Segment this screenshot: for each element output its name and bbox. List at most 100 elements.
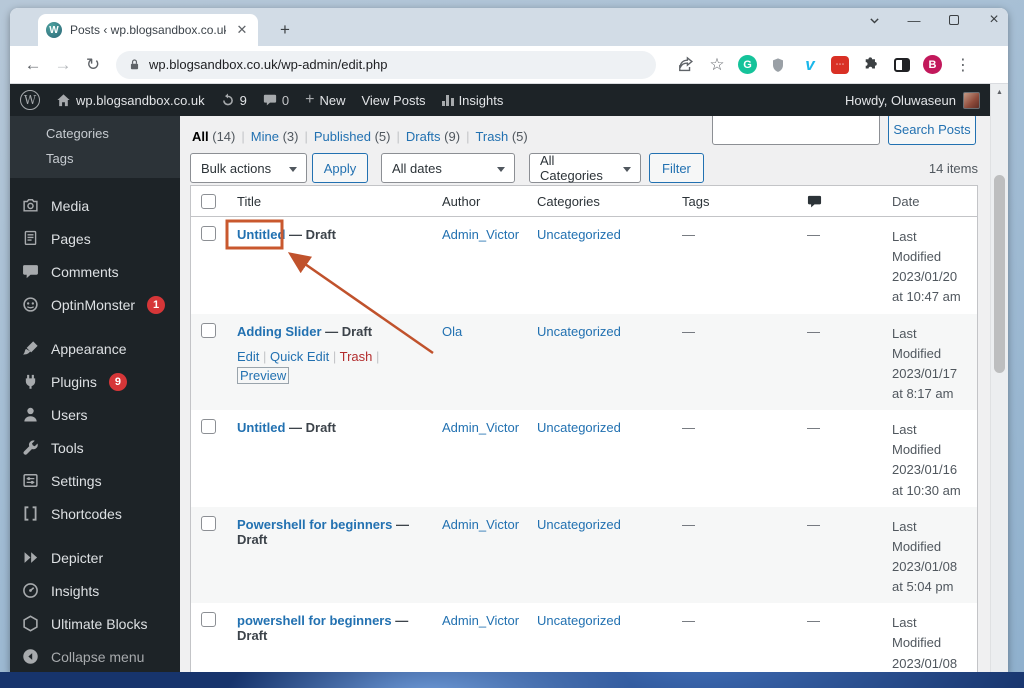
row-action-edit[interactable]: Edit (237, 349, 259, 364)
category-link[interactable]: Uncategorized (537, 227, 621, 242)
view-filter-mine[interactable]: Mine (3) (251, 129, 299, 144)
maximize-button[interactable] (946, 12, 962, 28)
kebab-menu-icon[interactable]: ⋮ (952, 54, 974, 76)
search-input[interactable] (712, 112, 880, 145)
row-action-quick-edit[interactable]: Quick Edit (270, 349, 329, 364)
sidebar-item-appearance[interactable]: Appearance (10, 332, 180, 365)
page-scrollbar[interactable]: ▲ (990, 84, 1008, 674)
category-link[interactable]: Uncategorized (537, 420, 621, 435)
sidebar-item-ultimate-blocks[interactable]: Ultimate Blocks (10, 607, 180, 640)
select-all-checkbox[interactable] (201, 194, 216, 209)
sidebar-item-shortcodes[interactable]: Shortcodes (10, 497, 180, 530)
view-filter-trash[interactable]: Trash (5) (475, 129, 527, 144)
view-filter-drafts[interactable]: Drafts (9) (406, 129, 460, 144)
sidebar-item-collapse-menu[interactable]: Collapse menu (10, 640, 180, 673)
post-title-link[interactable]: Adding Slider (237, 324, 322, 339)
sidebar-item-optinmonster[interactable]: OptinMonster1 (10, 288, 180, 321)
view-filter-published[interactable]: Published (5) (314, 129, 391, 144)
submenu-item-tags[interactable]: Tags (46, 151, 180, 166)
bookmark-star-icon[interactable]: ☆ (706, 54, 728, 76)
post-title-link[interactable]: Untitled (237, 420, 285, 435)
post-title-link[interactable]: Powershell for beginners (237, 517, 392, 532)
admin-bar-updates[interactable]: 9 (221, 93, 247, 108)
side-panel-icon[interactable] (891, 54, 913, 76)
filter-button[interactable]: Filter (649, 153, 704, 183)
vimeo-extension-icon[interactable]: v (799, 54, 821, 76)
scrollbar-up-arrow[interactable]: ▲ (991, 84, 1008, 100)
shield-extension-icon[interactable] (767, 54, 789, 76)
tab-search-chevron-icon[interactable] (866, 12, 882, 28)
depicter-icon (22, 549, 39, 566)
row-checkbox[interactable] (201, 226, 216, 241)
row-checkbox[interactable] (201, 323, 216, 338)
sidebar-item-label: Tools (51, 440, 84, 456)
column-comments (799, 194, 884, 209)
sidebar-item-tools[interactable]: Tools (10, 431, 180, 464)
sidebar-item-settings[interactable]: Settings (10, 464, 180, 497)
forward-button[interactable]: → (50, 52, 76, 78)
address-bar[interactable]: wp.blogsandbox.co.uk/wp-admin/edit.php (116, 51, 656, 79)
row-checkbox[interactable] (201, 516, 216, 531)
view-filter-all[interactable]: All (14) (192, 129, 235, 144)
reload-button[interactable]: ↻ (80, 52, 106, 78)
admin-bar-view-posts[interactable]: View Posts (361, 93, 425, 108)
category-link[interactable]: Uncategorized (537, 324, 621, 339)
category-link[interactable]: Uncategorized (537, 613, 621, 628)
profile-avatar[interactable]: B (923, 55, 942, 74)
wordpress-favicon: W (46, 22, 62, 38)
tab-close-icon[interactable]: ✕ (234, 22, 250, 38)
admin-bar-account[interactable]: Howdy, Oluwaseun (845, 92, 980, 109)
sidebar-item-plugins[interactable]: Plugins9 (10, 365, 180, 398)
row-action-preview[interactable]: Preview (237, 367, 289, 384)
home-icon (56, 93, 71, 108)
tab-strip: W Posts ‹ wp.blogsandbox.co.uk — ✕ + — × (10, 8, 1008, 46)
author-link[interactable]: Admin_Victor (442, 517, 519, 532)
categories-filter-select[interactable]: All Categories (529, 153, 641, 183)
browser-tab[interactable]: W Posts ‹ wp.blogsandbox.co.uk — ✕ (38, 14, 258, 46)
search-posts-button[interactable]: Search Posts (888, 114, 976, 145)
sidebar-item-media[interactable]: Media (10, 189, 180, 222)
pages-icon (22, 230, 39, 247)
post-title-link[interactable]: powershell for beginners (237, 613, 392, 628)
post-title-link[interactable]: Untitled (237, 227, 285, 242)
row-action-trash[interactable]: Trash (340, 349, 373, 364)
sidebar-item-pages[interactable]: Pages (10, 222, 180, 255)
row-checkbox[interactable] (201, 419, 216, 434)
scrollbar-thumb[interactable] (994, 175, 1005, 373)
posts-submenu: Categories Tags (10, 116, 180, 178)
comment-bubble-icon[interactable] (807, 194, 822, 209)
admin-bar-site-link[interactable]: wp.blogsandbox.co.uk (56, 93, 205, 108)
column-title[interactable]: Title (229, 194, 434, 209)
grammarly-extension-icon[interactable]: G (738, 55, 757, 74)
apply-button[interactable]: Apply (312, 153, 368, 183)
author-link[interactable]: Admin_Victor (442, 227, 519, 242)
column-date[interactable]: Date (884, 194, 977, 209)
wp-logo-icon[interactable]: W (20, 90, 40, 110)
category-link[interactable]: Uncategorized (537, 517, 621, 532)
red-extension-icon[interactable]: ⋯ (831, 56, 849, 74)
back-button[interactable]: ← (20, 52, 46, 78)
share-icon[interactable] (674, 54, 696, 76)
admin-bar-insights[interactable]: Insights (442, 93, 504, 108)
minimize-button[interactable]: — (906, 12, 922, 28)
sidebar-item-label: Appearance (51, 341, 127, 357)
admin-bar-new[interactable]: + New (305, 91, 345, 109)
sidebar-item-insights[interactable]: Insights (10, 574, 180, 607)
close-button[interactable]: × (986, 12, 1002, 28)
new-tab-button[interactable]: + (272, 17, 298, 43)
bulk-actions-select[interactable]: Bulk actions (190, 153, 307, 183)
submenu-item-categories[interactable]: Categories (46, 126, 180, 141)
author-link[interactable]: Admin_Victor (442, 420, 519, 435)
author-link[interactable]: Ola (442, 324, 462, 339)
extensions-puzzle-icon[interactable] (859, 54, 881, 76)
column-author: Author (434, 194, 529, 209)
comments-cell: — (799, 217, 884, 314)
column-categories: Categories (529, 194, 674, 209)
dates-filter-select[interactable]: All dates (381, 153, 515, 183)
author-link[interactable]: Admin_Victor (442, 613, 519, 628)
sidebar-item-depicter[interactable]: Depicter (10, 541, 180, 574)
sidebar-item-comments[interactable]: Comments (10, 255, 180, 288)
sidebar-item-users[interactable]: Users (10, 398, 180, 431)
admin-bar-comments[interactable]: 0 (263, 93, 289, 108)
row-checkbox[interactable] (201, 612, 216, 627)
